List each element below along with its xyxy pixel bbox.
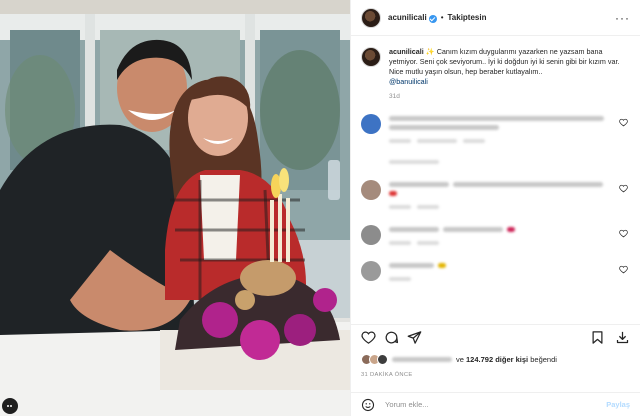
follow-status[interactable]: Takiptesin	[448, 13, 487, 22]
post-timestamp[interactable]: 31 DAKİKA ÖNCE	[361, 372, 413, 378]
comment-avatar[interactable]	[361, 225, 381, 245]
separator-dot: •	[440, 13, 444, 22]
verified-badge-icon	[428, 14, 437, 23]
likes-prefix: ve	[456, 354, 464, 364]
post-actions-bar	[351, 324, 640, 350]
caption-author-avatar[interactable]	[361, 47, 381, 67]
caption-mention-link[interactable]: @banuilicali	[389, 77, 428, 86]
comment-composer: Paylaş	[351, 392, 640, 416]
comment-item	[361, 180, 630, 211]
likes-summary[interactable]: ve 124.792 diğer kişi beğendi	[361, 352, 630, 366]
post-details-panel: acunilicali • Takiptesin ··· acunilicali…	[350, 0, 640, 416]
save-bookmark-icon[interactable]	[590, 330, 605, 345]
caption-username[interactable]: acunilicali	[389, 47, 424, 56]
comment-item	[361, 261, 630, 283]
chat-bubble-icon[interactable]	[2, 398, 18, 414]
likes-count[interactable]: 124.792 diğer kişi	[466, 355, 528, 364]
sparkle-emoji-icon: ✨	[425, 47, 435, 56]
download-icon[interactable]	[615, 330, 630, 345]
comment-like-icon[interactable]	[619, 265, 628, 274]
smiley-icon[interactable]	[361, 398, 375, 412]
comment-input[interactable]	[385, 400, 607, 409]
like-heart-icon[interactable]	[361, 330, 376, 345]
post-photo[interactable]	[0, 0, 350, 416]
comment-like-icon[interactable]	[619, 229, 628, 238]
instagram-post-modal: acunilicali • Takiptesin ··· acunilicali…	[0, 0, 640, 416]
comment-avatar[interactable]	[361, 180, 381, 200]
caption-text-block: acunilicali ✨ Canım kızım duygularımı ya…	[389, 47, 630, 87]
caption-timestamp[interactable]: 31d	[389, 93, 630, 100]
author-username[interactable]: acunilicali	[388, 13, 427, 22]
comments-scroll-area[interactable]: acunilicali ✨ Canım kızım duygularımı ya…	[351, 37, 640, 320]
comment-item	[361, 225, 630, 247]
post-header: acunilicali • Takiptesin ···	[351, 0, 640, 36]
comment-avatar[interactable]	[361, 114, 381, 134]
comment-like-icon[interactable]	[619, 118, 628, 127]
more-options-icon[interactable]: ···	[615, 11, 630, 25]
caption-body: Canım kızım duygularımı yazarken ne yazs…	[389, 47, 620, 76]
post-caption: acunilicali ✨ Canım kızım duygularımı ya…	[361, 47, 630, 87]
author-avatar[interactable]	[361, 7, 381, 28]
comment-avatar[interactable]	[361, 261, 381, 281]
comment-bubble-icon[interactable]	[384, 330, 399, 345]
comment-like-icon[interactable]	[619, 184, 628, 193]
post-photo-illustration	[0, 0, 350, 416]
share-paper-plane-icon[interactable]	[407, 330, 422, 345]
post-comment-button[interactable]: Paylaş	[606, 400, 630, 409]
comment-item	[361, 114, 630, 166]
likes-suffix: beğendi	[530, 354, 557, 364]
liker-avatars	[361, 353, 388, 365]
liker-username-blurred	[392, 356, 452, 362]
